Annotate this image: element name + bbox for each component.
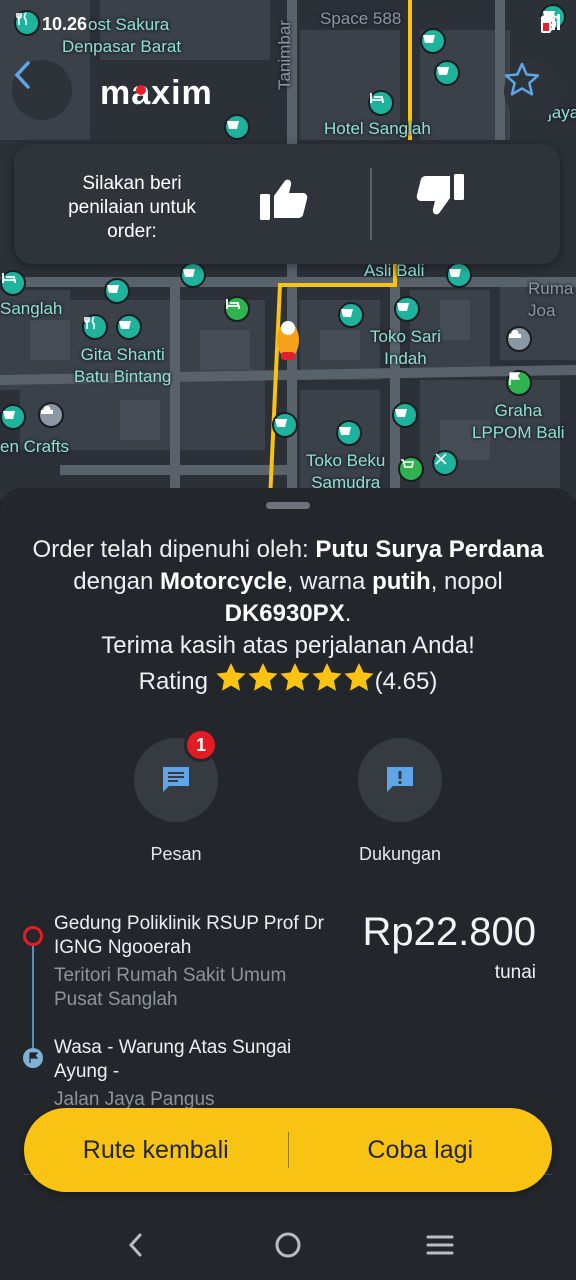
shop-poi-icon[interactable] — [180, 262, 206, 288]
shop-poi-icon[interactable] — [336, 420, 362, 446]
shop-poi-icon[interactable] — [338, 302, 364, 328]
vehicle-type: Motorcycle — [159, 568, 287, 595]
trip-price: Rp22.800 — [362, 910, 536, 954]
order-summary: Order telah dipenuhi oleh: Putu Surya Pe… — [20, 534, 556, 701]
route-line — [32, 938, 34, 1048]
vehicle-color: putih — [372, 568, 431, 595]
vehicle-plate: DK6930PX — [224, 600, 345, 627]
map-label-toko-sari: Toko Sari Indah — [370, 327, 441, 368]
nav-recents-button[interactable] — [410, 1215, 470, 1275]
support-button[interactable] — [358, 738, 442, 822]
back-button[interactable] — [12, 60, 72, 120]
destination-title: Wasa - Warung Atas Sungai Ayung - — [54, 1037, 292, 1082]
hotel-poi-icon[interactable] — [368, 90, 394, 116]
retry-button[interactable]: Coba lagi — [289, 1108, 553, 1192]
nav-back-icon — [128, 1233, 142, 1257]
order-with: dengan — [73, 568, 160, 595]
nav-home-icon — [275, 1232, 301, 1258]
payment-method: tunai — [494, 962, 536, 983]
chevron-left-icon — [14, 61, 30, 89]
plate-prefix: , nopol — [430, 568, 503, 595]
star-icon — [344, 663, 374, 691]
order-sheet: Order telah dipenuhi oleh: Putu Surya Pe… — [0, 488, 576, 1280]
message-button[interactable]: 1 — [134, 728, 218, 822]
restaurant-poi-icon[interactable] — [82, 314, 108, 340]
scissors-poi-icon[interactable] — [432, 450, 458, 476]
rating-label: Rating — [138, 667, 208, 695]
status-bar: 10.26 — [0, 0, 576, 48]
flag-poi-icon[interactable] — [506, 370, 532, 396]
thanks-text: Terima kasih atas perjalanan Anda! — [101, 632, 475, 659]
cart-poi-icon[interactable] — [398, 456, 424, 482]
system-nav-bar — [0, 1210, 576, 1280]
card-divider — [370, 168, 372, 240]
origin-marker-icon — [23, 926, 43, 946]
nav-home-button[interactable] — [258, 1215, 318, 1275]
rating-card: Silakan beri penilaian untuk order: — [14, 144, 560, 264]
star-icon — [312, 663, 342, 691]
car-service-poi-icon[interactable] — [38, 402, 64, 428]
shop-poi-icon[interactable] — [104, 278, 130, 304]
thumbs-up-icon — [260, 179, 308, 220]
shop-poi-icon[interactable] — [272, 412, 298, 438]
shop-poi-icon[interactable] — [434, 60, 460, 86]
status-time: 10.26 — [42, 14, 88, 34]
message-label: Pesan — [150, 844, 202, 864]
map-view[interactable]: ost Sakura Denpasar Barat Tanimbar Space… — [0, 0, 576, 500]
star-outline-icon — [504, 62, 540, 96]
action-bar: Rute kembali Coba lagi — [24, 1108, 552, 1192]
dislike-button[interactable] — [414, 172, 498, 236]
shop-poi-icon[interactable] — [0, 404, 26, 430]
star-icon — [216, 663, 246, 691]
battery-icon — [541, 14, 551, 33]
car-service-poi-icon[interactable] — [506, 326, 532, 352]
destination-flag-icon — [23, 1048, 43, 1068]
rating-stars — [215, 662, 375, 701]
map-label-crafts: en Crafts — [0, 437, 69, 456]
map-label-hotel: Hotel Sanglah — [324, 119, 431, 138]
plate-suffix: . — [344, 600, 352, 627]
driver-name: Putu Surya Perdana — [315, 536, 544, 563]
return-route-button[interactable]: Rute kembali — [24, 1108, 288, 1192]
thumbs-down-icon — [416, 174, 464, 215]
star-icon — [280, 663, 310, 691]
rating-prompt: Silakan beri penilaian untuk order: — [68, 173, 196, 242]
favorite-button[interactable] — [504, 62, 562, 120]
support-action[interactable]: Dukungan — [330, 738, 470, 865]
nav-back-button[interactable] — [106, 1215, 166, 1275]
shop-poi-icon[interactable] — [116, 314, 142, 340]
sheet-handle[interactable] — [266, 502, 310, 509]
shop-poi-icon[interactable] — [224, 114, 250, 140]
map-label-graha: Graha LPPOM Bali — [472, 401, 565, 442]
color-prefix: , warna — [286, 568, 373, 595]
driver-rating: Rating (4.65) — [138, 662, 438, 701]
nav-menu-icon — [426, 1235, 454, 1255]
hotel-poi-icon[interactable] — [0, 270, 26, 296]
unread-badge: 1 — [184, 728, 218, 762]
shop-poi-icon[interactable] — [446, 262, 472, 288]
map-label-ruma: Ruma Joa — [528, 279, 574, 320]
origin-title: Gedung Poliklinik RSUP Prof Dr IGNG Ngoo… — [54, 913, 324, 958]
message-icon — [163, 767, 189, 792]
support-label: Dukungan — [358, 844, 442, 864]
rating-value: (4.65) — [374, 667, 438, 695]
map-label-sanglah: Sanglah — [0, 299, 63, 318]
star-icon — [248, 663, 278, 691]
like-button[interactable] — [258, 174, 342, 238]
hotel-poi-icon[interactable] — [224, 296, 250, 322]
message-action[interactable]: 1 Pesan — [106, 728, 246, 865]
map-label-gita: Gita Shanti Batu Bintang — [74, 345, 172, 386]
order-prefix: Order telah dipenuhi oleh: — [32, 536, 316, 563]
support-alert-icon — [387, 767, 413, 792]
origin-subtitle: Teritori Rumah Sakit Umum Pusat Sanglah — [54, 965, 287, 1010]
shop-poi-icon[interactable] — [394, 296, 420, 322]
shop-poi-icon[interactable] — [392, 402, 418, 428]
app-logo: maxim — [100, 74, 213, 112]
